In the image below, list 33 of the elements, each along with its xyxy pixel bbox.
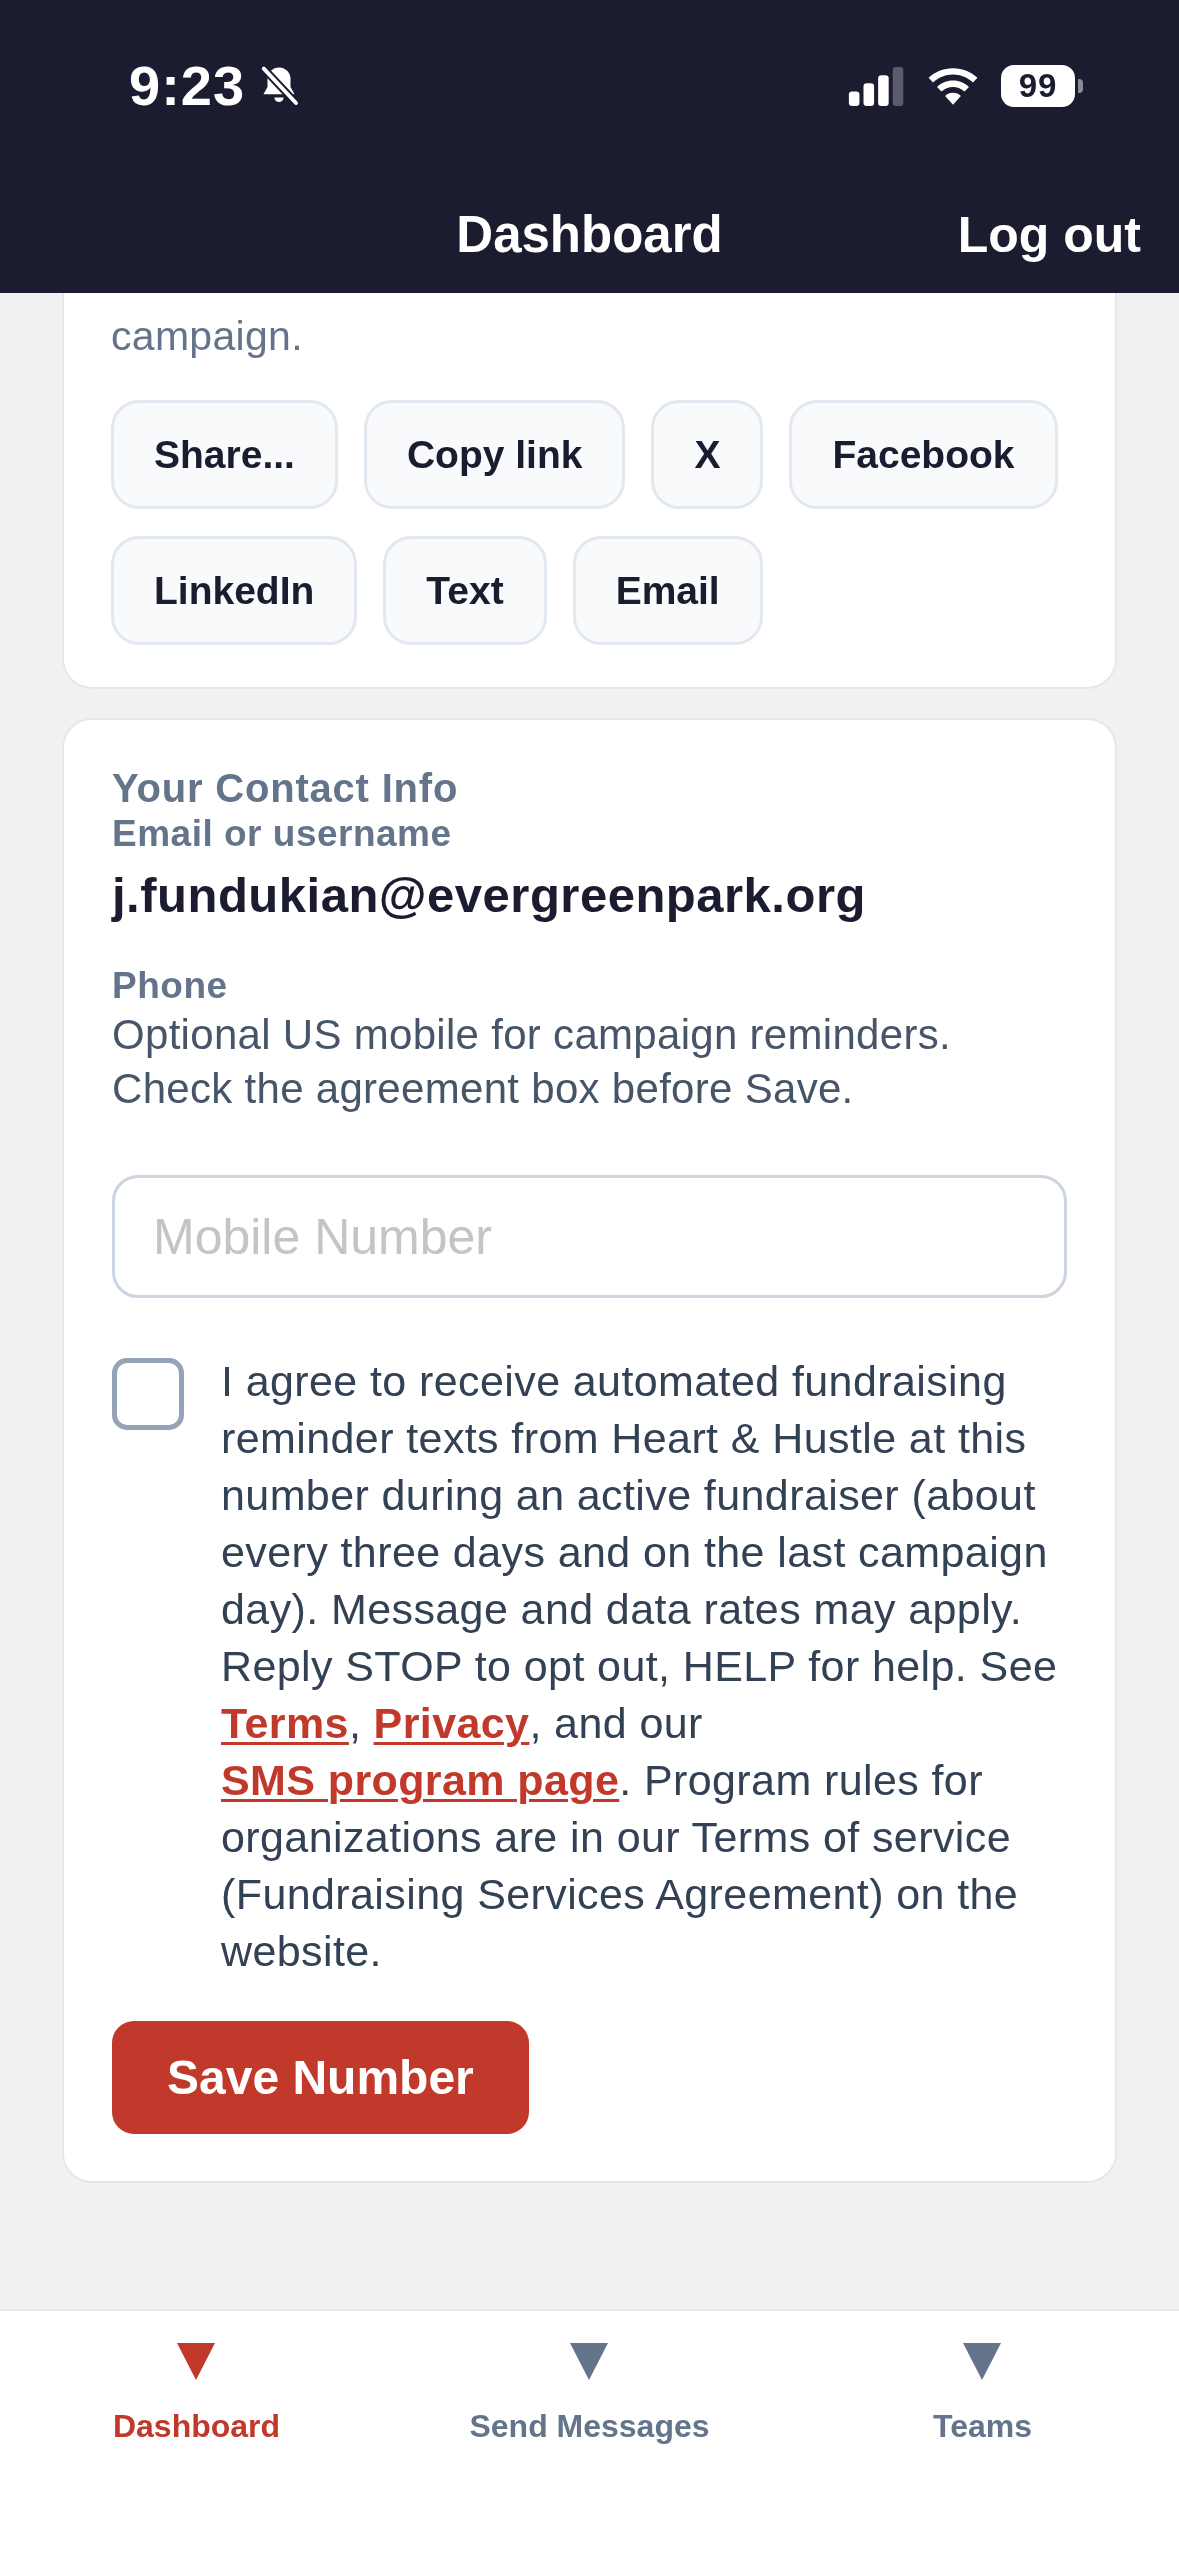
triangle-icon (177, 2343, 216, 2380)
phone-help-text: Check the agreement box before Save. (112, 1064, 855, 1114)
share-option-button[interactable]: X (651, 400, 764, 509)
share-option-button[interactable]: Email (572, 536, 763, 645)
email-label: Email or username (112, 812, 453, 856)
triangle-icon (963, 2343, 1002, 2380)
share-option-button[interactable]: Text (383, 536, 547, 645)
share-option-button[interactable]: Copy link (363, 400, 626, 509)
wifi-icon (928, 67, 978, 105)
consent-text: I agree to receive automated fundraising reminder texts from Heart & Hustle at this number during an active fundraiser (about every three days and on the last campaign day). Message and data rates may apply. Reply STOP to opt out, HELP for help. See Terms, Privacy, and our SMS program page. Program rules for organizations are in our Terms of service (Fundraising Services Agreement) on the website. (221, 1356, 1059, 1977)
status-time: 9:23 (129, 58, 246, 114)
page-title: Dashboard (456, 207, 723, 264)
signal-icon (848, 66, 905, 106)
battery-indicator: 99 (1001, 65, 1083, 107)
tab-bar-item[interactable]: Teams (933, 2311, 1032, 2446)
consent-checkbox[interactable] (112, 1358, 184, 1430)
share-option-button[interactable]: LinkedIn (111, 536, 358, 645)
tab-bar-item[interactable]: Send Messages (469, 2311, 710, 2446)
log-out-button[interactable]: Log out (957, 208, 1141, 263)
email-value: j.fundukian@evergreenpark.org (112, 867, 867, 924)
save-number-button[interactable]: Save Number (112, 2021, 529, 2134)
phone-help-text: Optional US mobile for campaign reminders. (112, 1010, 952, 1060)
phone-label: Phone (112, 964, 229, 1008)
share-option-button[interactable]: Facebook (789, 400, 1058, 509)
triangle-icon (570, 2343, 609, 2380)
mobile-number-field[interactable]: Mobile Number (112, 1175, 1067, 1298)
section-title: Your Contact Info (112, 765, 460, 812)
inline-link[interactable]: Privacy (373, 1699, 530, 1747)
share-option-button[interactable]: Share... (111, 400, 338, 509)
share-description: campaign. (111, 312, 304, 361)
inline-link[interactable]: SMS program page (221, 1756, 620, 1804)
tab-bar-item[interactable]: Dashboard (112, 2311, 281, 2446)
inline-link[interactable]: Terms (221, 1699, 349, 1747)
